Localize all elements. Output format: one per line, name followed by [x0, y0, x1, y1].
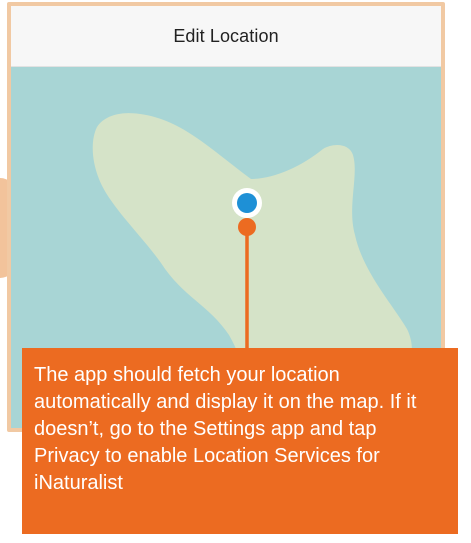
current-location-icon[interactable] — [232, 188, 262, 218]
callout-text: The app should fetch your location autom… — [34, 364, 417, 494]
pointer-anchor-dot — [238, 218, 256, 236]
page-title: Edit Location — [173, 25, 279, 46]
navigation-bar: Edit Location — [11, 6, 441, 67]
tutorial-callout: The app should fetch your location autom… — [22, 348, 458, 534]
tutorial-screen: Edit Location The app should fetch your … — [0, 0, 471, 543]
